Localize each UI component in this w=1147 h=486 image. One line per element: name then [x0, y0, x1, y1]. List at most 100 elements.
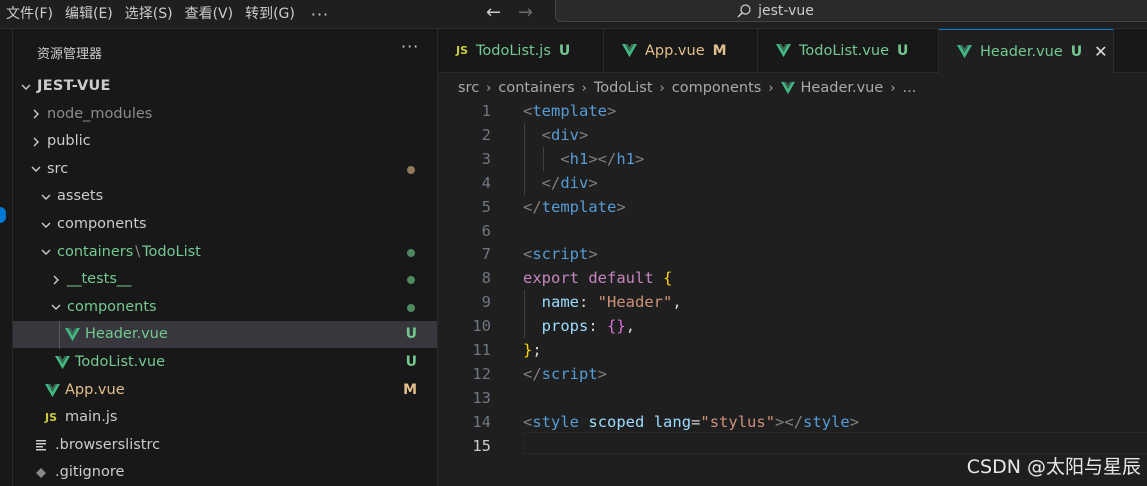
tree-chevron[interactable] — [39, 183, 53, 210]
breadcrumb-item[interactable]: components — [672, 80, 762, 96]
breadcrumb-item[interactable]: TodoList — [594, 80, 653, 96]
line-number: 6 — [481, 221, 491, 240]
tree-item-folder[interactable]: __tests__ — [13, 266, 437, 293]
tree-label-text: .gitignore — [55, 464, 125, 481]
code-token: </ — [523, 197, 542, 216]
menu-bar: 文件(F) 编辑(E) 选择(S) 查看(V) 转到(G) ··· — [0, 0, 339, 28]
code-line: 14 <style scoped lang="stylus"></style> — [438, 410, 1147, 434]
vue-icon — [65, 328, 80, 342]
tree-item-label: node_modules — [47, 101, 152, 128]
line-number: 12 — [472, 364, 491, 383]
code-token: < — [523, 245, 533, 264]
tab-todolist-js[interactable]: JS TodoList.js U — [438, 29, 604, 72]
code-token: > — [849, 412, 860, 431]
js-icon: JS — [45, 411, 58, 425]
tree-chevron[interactable] — [49, 294, 63, 321]
code-text: <template> — [523, 99, 616, 123]
command-center-search[interactable]: jest-vue — [555, 0, 1147, 22]
code-token: scoped — [588, 412, 645, 431]
menu-file[interactable]: 文件(F) — [0, 0, 59, 28]
tree-item-label: .browserslistrc — [55, 432, 160, 459]
tab-todolist-vue[interactable]: TodoList.vue U — [758, 29, 939, 72]
breadcrumb-item[interactable]: src — [458, 80, 479, 96]
tree-chevron[interactable] — [49, 266, 63, 293]
tree-chevron[interactable] — [39, 211, 53, 238]
tree-item-vue[interactable]: TodoList.vue U — [13, 349, 437, 376]
breadcrumb-item[interactable]: containers — [498, 80, 574, 96]
tree-label-text: public — [47, 133, 91, 150]
tree-item-js[interactable]: JS main.js — [13, 404, 437, 431]
tree-item-root[interactable]: JEST-VUE — [13, 73, 437, 100]
breadcrumb-file[interactable]: Header.vue — [801, 80, 884, 96]
code-line: 10 props: {}, — [438, 314, 1147, 338]
forward-arrow-icon[interactable]: → — [518, 0, 533, 28]
git-status-dot — [407, 276, 415, 285]
tree-chevron[interactable] — [29, 101, 43, 128]
code-token: </ — [523, 364, 542, 383]
close-icon[interactable]: ✕ — [1094, 42, 1107, 61]
git-status-badge: M — [403, 381, 417, 398]
code-line: 12 </script> — [438, 362, 1147, 386]
vue-icon — [776, 43, 791, 58]
tree-chevron[interactable] — [29, 128, 43, 155]
tab-header-vue[interactable]: Header.vue U ✕ — [939, 29, 1114, 73]
tree-item-folder[interactable]: components — [13, 294, 437, 321]
line-number: 8 — [481, 269, 491, 288]
code-editor[interactable]: 1 <template> 2 <div> 3 <h1></h1> 4 </div> 5 </… — [438, 99, 1147, 486]
tree-chevron[interactable] — [39, 239, 53, 266]
code-token: ></ — [588, 149, 617, 168]
tree-item-folder[interactable]: public — [13, 128, 437, 155]
code-token: < — [523, 412, 533, 431]
code-line: 8 export default { — [438, 266, 1147, 290]
vue-icon — [622, 43, 637, 58]
tree-item-folder[interactable]: components — [13, 211, 437, 238]
tree-item-lines[interactable]: .browserslistrc — [13, 432, 437, 459]
code-line: 7 <script> — [438, 242, 1147, 266]
tab-app-vue[interactable]: App.vue M — [604, 29, 758, 72]
menu-edit[interactable]: 编辑(E) — [59, 0, 119, 28]
title-bar: 文件(F) 编辑(E) 选择(S) 查看(V) 转到(G) ··· ← → je… — [0, 0, 1147, 29]
line-number: 13 — [472, 388, 491, 407]
menu-view[interactable]: 查看(V) — [179, 0, 240, 28]
code-line: 5 </template> — [438, 195, 1147, 219]
menu-go[interactable]: 转到(G) — [239, 0, 301, 28]
tree-item-label: main.js — [65, 404, 117, 431]
indent-guide — [543, 146, 544, 171]
code-token: > — [588, 173, 598, 192]
tree-item-vue[interactable]: App.vue M — [13, 377, 437, 404]
tree-chevron[interactable] — [19, 73, 33, 100]
tree-item-git[interactable]: .gitignore — [13, 459, 437, 486]
file-icon-wrap — [35, 432, 47, 459]
code-line: 3 <h1></h1> — [438, 147, 1147, 171]
code-token: : — [579, 293, 598, 312]
tree-item-folder[interactable]: assets — [13, 183, 437, 210]
tree-label-text: TodoList.vue — [75, 354, 165, 370]
tree-item-vue[interactable]: Header.vue U — [13, 321, 437, 349]
menu-selection[interactable]: 选择(S) — [119, 0, 179, 28]
code-token: = — [691, 412, 701, 431]
tree-item-label: components — [67, 294, 157, 321]
file-icon-wrap — [35, 459, 47, 486]
tree-item-folder[interactable]: node_modules — [13, 101, 437, 128]
code-token: "stylus" — [700, 412, 776, 431]
chevron-right-icon — [33, 109, 39, 119]
tree-item-label: public — [47, 128, 91, 155]
menu-more-button[interactable]: ··· — [301, 5, 339, 24]
tree-item-folder[interactable]: src — [13, 156, 437, 183]
tree-item-folder[interactable]: containers \ TodoList — [13, 239, 437, 266]
code-line: 13 — [438, 386, 1147, 410]
tree-item-label: containers \ TodoList — [57, 239, 201, 266]
code-token: script — [532, 245, 589, 264]
line-number: 7 — [481, 245, 491, 264]
tree-chevron[interactable] — [29, 156, 43, 183]
breadcrumb-separator: › — [890, 80, 896, 96]
explorer-more-button[interactable]: ··· — [401, 37, 419, 56]
breadcrumb-more[interactable]: ... — [903, 80, 917, 96]
back-arrow-icon[interactable]: ← — [486, 0, 501, 28]
tree-label-text: src — [47, 160, 69, 177]
code-token: < — [560, 149, 570, 168]
